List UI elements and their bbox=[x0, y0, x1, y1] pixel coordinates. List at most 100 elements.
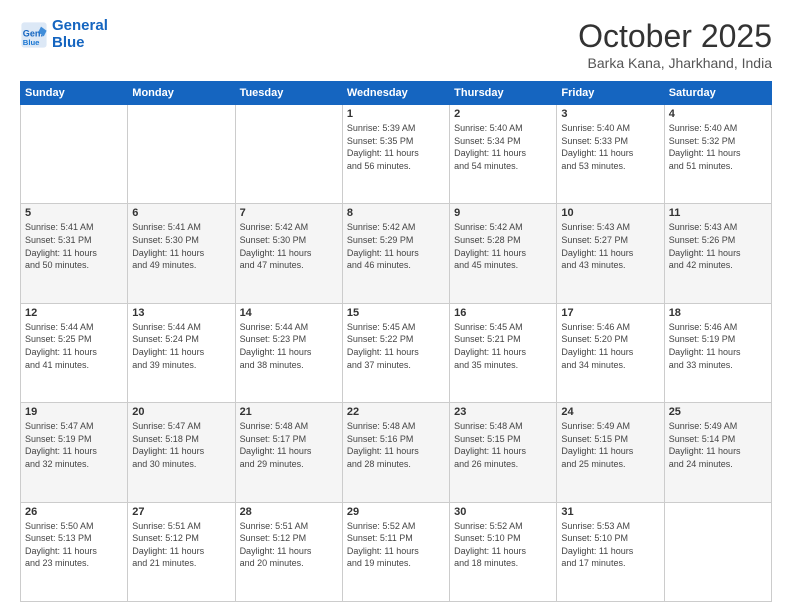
day-header-thursday: Thursday bbox=[450, 82, 557, 105]
calendar-week-row: 26 Sunrise: 5:50 AM Sunset: 5:13 PM Dayli… bbox=[21, 502, 772, 601]
cell-info: Sunrise: 5:48 AM Sunset: 5:16 PM Dayligh… bbox=[347, 420, 445, 470]
calendar-cell: 25Sunrise: 5:49 AM Sunset: 5:14 PM Dayli… bbox=[664, 403, 771, 502]
day-number: 20 bbox=[132, 406, 230, 418]
cell-info: Sunrise: 5:45 AM Sunset: 5:21 PM Dayligh… bbox=[454, 321, 552, 371]
day-number: 21 bbox=[240, 406, 338, 418]
calendar-cell: 22 Sunrise: 5:48 AM Sunset: 5:16 PM Dayli… bbox=[342, 403, 449, 502]
calendar-cell: 11Sunrise: 5:43 AM Sunset: 5:26 PM Dayli… bbox=[664, 204, 771, 303]
logo-icon: Gen. Blue bbox=[20, 21, 48, 49]
calendar-cell: 3Sunrise: 5:40 AM Sunset: 5:33 PM Daylig… bbox=[557, 105, 664, 204]
day-number: 9 bbox=[454, 207, 552, 219]
cell-info: Sunrise: 5:42 AM Sunset: 5:29 PM Dayligh… bbox=[347, 221, 445, 271]
day-number: 19 bbox=[25, 406, 123, 418]
day-number: 22 bbox=[347, 406, 445, 418]
cell-info: Sunrise: 5:44 AM Sunset: 5:24 PM Dayligh… bbox=[132, 321, 230, 371]
calendar-header-row: SundayMondayTuesdayWednesdayThursdayFrid… bbox=[21, 82, 772, 105]
calendar-cell: 19Sunrise: 5:47 AM Sunset: 5:19 PM Dayli… bbox=[21, 403, 128, 502]
cell-info: Sunrise: 5:52 AM Sunset: 5:11 PM Dayligh… bbox=[347, 520, 445, 570]
day-number: 7 bbox=[240, 207, 338, 219]
calendar-cell: 6 Sunrise: 5:41 AM Sunset: 5:30 PM Daylig… bbox=[128, 204, 235, 303]
location-title: Barka Kana, Jharkhand, India bbox=[578, 55, 772, 71]
logo-line2: Blue bbox=[52, 35, 108, 52]
logo-text: General Blue bbox=[52, 18, 108, 51]
calendar-cell: 24 Sunrise: 5:49 AM Sunset: 5:15 PM Dayli… bbox=[557, 403, 664, 502]
cell-info: Sunrise: 5:42 AM Sunset: 5:28 PM Dayligh… bbox=[454, 221, 552, 271]
calendar-cell: 29 Sunrise: 5:52 AM Sunset: 5:11 PM Dayli… bbox=[342, 502, 449, 601]
cell-info: Sunrise: 5:44 AM Sunset: 5:23 PM Dayligh… bbox=[240, 321, 338, 371]
calendar-cell: 16 Sunrise: 5:45 AM Sunset: 5:21 PM Dayli… bbox=[450, 303, 557, 402]
day-number: 16 bbox=[454, 307, 552, 319]
month-title: October 2025 bbox=[578, 18, 772, 55]
day-number: 10 bbox=[561, 207, 659, 219]
day-number: 6 bbox=[132, 207, 230, 219]
calendar-week-row: 1 Sunrise: 5:39 AM Sunset: 5:35 PM Daylig… bbox=[21, 105, 772, 204]
calendar-cell: 8 Sunrise: 5:42 AM Sunset: 5:29 PM Daylig… bbox=[342, 204, 449, 303]
day-number: 28 bbox=[240, 506, 338, 518]
cell-info: Sunrise: 5:48 AM Sunset: 5:17 PM Dayligh… bbox=[240, 420, 338, 470]
cell-info: Sunrise: 5:41 AM Sunset: 5:30 PM Dayligh… bbox=[132, 221, 230, 271]
day-number: 27 bbox=[132, 506, 230, 518]
cell-info: Sunrise: 5:46 AM Sunset: 5:20 PM Dayligh… bbox=[561, 321, 659, 371]
logo-line1: General bbox=[52, 17, 108, 34]
day-number: 23 bbox=[454, 406, 552, 418]
cell-info: Sunrise: 5:40 AM Sunset: 5:32 PM Dayligh… bbox=[669, 122, 767, 172]
calendar-cell: 5Sunrise: 5:41 AM Sunset: 5:31 PM Daylig… bbox=[21, 204, 128, 303]
calendar-cell: 4 Sunrise: 5:40 AM Sunset: 5:32 PM Daylig… bbox=[664, 105, 771, 204]
day-number: 4 bbox=[669, 108, 767, 120]
calendar-cell bbox=[128, 105, 235, 204]
day-number: 1 bbox=[347, 108, 445, 120]
day-number: 2 bbox=[454, 108, 552, 120]
cell-info: Sunrise: 5:51 AM Sunset: 5:12 PM Dayligh… bbox=[132, 520, 230, 570]
day-header-saturday: Saturday bbox=[664, 82, 771, 105]
cell-info: Sunrise: 5:39 AM Sunset: 5:35 PM Dayligh… bbox=[347, 122, 445, 172]
cell-info: Sunrise: 5:51 AM Sunset: 5:12 PM Dayligh… bbox=[240, 520, 338, 570]
day-header-tuesday: Tuesday bbox=[235, 82, 342, 105]
calendar-cell: 12Sunrise: 5:44 AM Sunset: 5:25 PM Dayli… bbox=[21, 303, 128, 402]
cell-info: Sunrise: 5:49 AM Sunset: 5:15 PM Dayligh… bbox=[561, 420, 659, 470]
day-number: 8 bbox=[347, 207, 445, 219]
calendar-cell: 14 Sunrise: 5:44 AM Sunset: 5:23 PM Dayli… bbox=[235, 303, 342, 402]
cell-info: Sunrise: 5:48 AM Sunset: 5:15 PM Dayligh… bbox=[454, 420, 552, 470]
cell-info: Sunrise: 5:50 AM Sunset: 5:13 PM Dayligh… bbox=[25, 520, 123, 570]
header: Gen. Blue General Blue October 2025 Bark… bbox=[20, 18, 772, 71]
calendar-cell: 15Sunrise: 5:45 AM Sunset: 5:22 PM Dayli… bbox=[342, 303, 449, 402]
logo: Gen. Blue General Blue bbox=[20, 18, 108, 51]
calendar-week-row: 5Sunrise: 5:41 AM Sunset: 5:31 PM Daylig… bbox=[21, 204, 772, 303]
day-number: 18 bbox=[669, 307, 767, 319]
cell-info: Sunrise: 5:45 AM Sunset: 5:22 PM Dayligh… bbox=[347, 321, 445, 371]
cell-info: Sunrise: 5:42 AM Sunset: 5:30 PM Dayligh… bbox=[240, 221, 338, 271]
calendar-week-row: 19Sunrise: 5:47 AM Sunset: 5:19 PM Dayli… bbox=[21, 403, 772, 502]
cell-info: Sunrise: 5:53 AM Sunset: 5:10 PM Dayligh… bbox=[561, 520, 659, 570]
calendar-cell: 21 Sunrise: 5:48 AM Sunset: 5:17 PM Dayli… bbox=[235, 403, 342, 502]
cell-info: Sunrise: 5:40 AM Sunset: 5:34 PM Dayligh… bbox=[454, 122, 552, 172]
calendar-cell: 9 Sunrise: 5:42 AM Sunset: 5:28 PM Daylig… bbox=[450, 204, 557, 303]
day-number: 24 bbox=[561, 406, 659, 418]
day-number: 13 bbox=[132, 307, 230, 319]
calendar-cell: 23 Sunrise: 5:48 AM Sunset: 5:15 PM Dayli… bbox=[450, 403, 557, 502]
day-number: 12 bbox=[25, 307, 123, 319]
day-header-sunday: Sunday bbox=[21, 82, 128, 105]
cell-info: Sunrise: 5:43 AM Sunset: 5:26 PM Dayligh… bbox=[669, 221, 767, 271]
day-header-wednesday: Wednesday bbox=[342, 82, 449, 105]
calendar-cell: 13 Sunrise: 5:44 AM Sunset: 5:24 PM Dayli… bbox=[128, 303, 235, 402]
calendar-cell: 27 Sunrise: 5:51 AM Sunset: 5:12 PM Dayli… bbox=[128, 502, 235, 601]
calendar-cell: 1 Sunrise: 5:39 AM Sunset: 5:35 PM Daylig… bbox=[342, 105, 449, 204]
day-number: 14 bbox=[240, 307, 338, 319]
cell-info: Sunrise: 5:49 AM Sunset: 5:14 PM Dayligh… bbox=[669, 420, 767, 470]
calendar-cell: 20 Sunrise: 5:47 AM Sunset: 5:18 PM Dayli… bbox=[128, 403, 235, 502]
calendar-cell bbox=[664, 502, 771, 601]
calendar-cell bbox=[235, 105, 342, 204]
page: Gen. Blue General Blue October 2025 Bark… bbox=[0, 0, 792, 612]
day-number: 5 bbox=[25, 207, 123, 219]
day-number: 26 bbox=[25, 506, 123, 518]
calendar-table: SundayMondayTuesdayWednesdayThursdayFrid… bbox=[20, 81, 772, 602]
calendar-cell: 30Sunrise: 5:52 AM Sunset: 5:10 PM Dayli… bbox=[450, 502, 557, 601]
svg-text:Blue: Blue bbox=[23, 37, 40, 46]
calendar-week-row: 12Sunrise: 5:44 AM Sunset: 5:25 PM Dayli… bbox=[21, 303, 772, 402]
day-header-friday: Friday bbox=[557, 82, 664, 105]
day-number: 29 bbox=[347, 506, 445, 518]
cell-info: Sunrise: 5:47 AM Sunset: 5:18 PM Dayligh… bbox=[132, 420, 230, 470]
day-header-monday: Monday bbox=[128, 82, 235, 105]
calendar-cell: 2 Sunrise: 5:40 AM Sunset: 5:34 PM Daylig… bbox=[450, 105, 557, 204]
day-number: 17 bbox=[561, 307, 659, 319]
